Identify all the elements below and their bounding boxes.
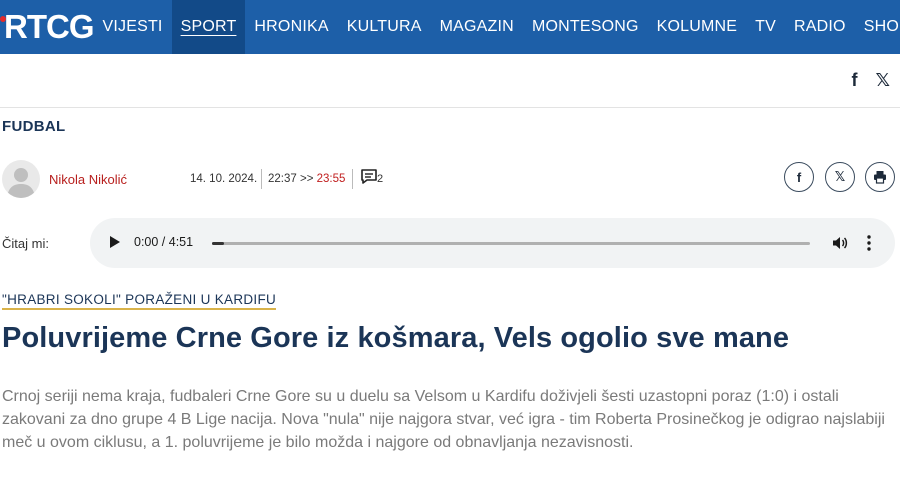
nav-item-montesong[interactable]: MONTESONG (523, 0, 648, 54)
section-label[interactable]: FUDBAL (2, 118, 65, 135)
comments-link[interactable]: 2 (360, 168, 386, 190)
time-updated: 23:55 (316, 173, 346, 185)
facebook-icon[interactable]: f (851, 70, 857, 91)
user-icon (7, 168, 35, 198)
comment-count: 2 (377, 173, 384, 185)
nav-item-radio[interactable]: RADIO (785, 0, 855, 54)
publish-time: 22:37 >> 23:55 (268, 173, 345, 185)
share-facebook-button[interactable]: f (784, 162, 814, 192)
nav-item-magazin[interactable]: MAGAZIN (431, 0, 523, 54)
top-social-links: f 𝕏 (851, 70, 890, 91)
author-name[interactable]: Nikola Nikolić (49, 172, 127, 187)
x-icon[interactable]: 𝕏 (875, 70, 890, 91)
audio-player: 0:00 / 4:51 (90, 218, 895, 268)
article-meta: Nikola Nikolić 14. 10. 2024. 22:37 >> 23… (0, 160, 900, 200)
more-options-icon[interactable] (866, 234, 872, 252)
share-x-button[interactable]: 𝕏 (825, 162, 855, 192)
avatar (2, 160, 40, 198)
meta-separator (261, 169, 262, 189)
article-kicker: "HRABRI SOKOLI" PORAŽENI U KARDIFU (2, 292, 277, 310)
publish-date: 14. 10. 2024. (190, 173, 258, 185)
top-navigation: RTCG VIJESTI SPORT HRONIKA KULTURA MAGAZ… (0, 0, 900, 54)
article-headline: Poluvrijeme Crne Gore iz košmara, Vels o… (2, 322, 790, 354)
audio-time: 0:00 / 4:51 (134, 235, 194, 249)
print-icon (874, 171, 886, 184)
audio-progress-fill (212, 242, 224, 245)
time-arrow: >> (299, 173, 314, 185)
time-published: 22:37 (268, 173, 297, 185)
read-aloud-label: Čitaj mi: (2, 236, 49, 251)
nav-item-kolumne[interactable]: KOLUMNE (648, 0, 747, 54)
x-icon: 𝕏 (834, 169, 846, 184)
volume-icon[interactable] (832, 235, 848, 251)
print-button[interactable] (865, 162, 895, 192)
play-icon[interactable] (110, 236, 120, 248)
comment-icon (361, 169, 377, 184)
facebook-icon: f (796, 169, 802, 185)
nav-item-tv[interactable]: TV (746, 0, 785, 54)
nav-item-kultura[interactable]: KULTURA (338, 0, 431, 54)
header-divider (0, 107, 900, 108)
article-lead: Crnoj seriji nema kraja, fudbaleri Crne … (2, 388, 885, 451)
nav-item-sho[interactable]: SHO (855, 0, 900, 54)
meta-separator-2 (352, 169, 353, 189)
audio-progress-track[interactable] (212, 242, 810, 245)
rtcg-logo[interactable]: RTCG (0, 0, 94, 54)
logo-text: RTCG (4, 8, 94, 45)
nav-item-sport[interactable]: SPORT (171, 0, 246, 54)
nav-item-hronika[interactable]: HRONIKA (245, 0, 337, 54)
logo-dot (0, 16, 6, 22)
nav-items: VIJESTI SPORT HRONIKA KULTURA MAGAZIN MO… (94, 0, 900, 54)
nav-item-vijesti[interactable]: VIJESTI (94, 0, 172, 54)
